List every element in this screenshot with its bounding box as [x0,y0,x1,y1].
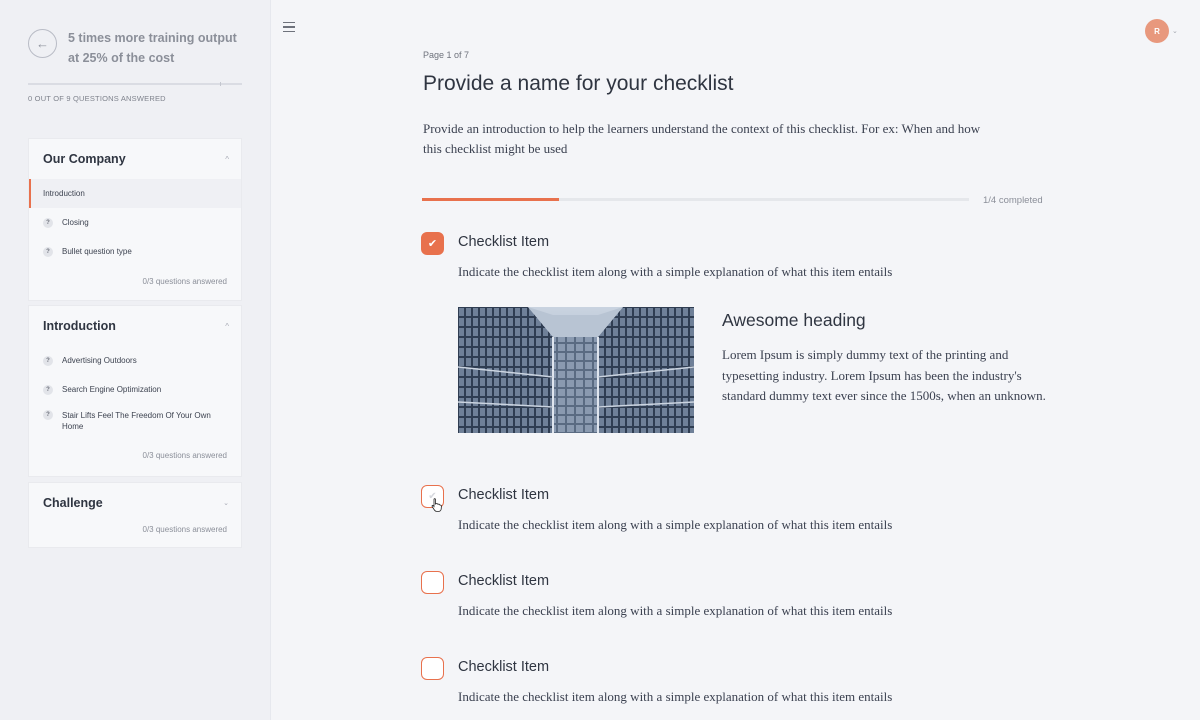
arrow-left-icon: ← [36,36,49,51]
checkmark-icon: ✔ [427,238,438,250]
lesson-bullet-question-type[interactable]: ? Bullet question type [29,237,241,266]
lesson-label: Introduction [43,189,85,198]
chevron-up-icon: ^ [225,321,229,331]
hand-cursor-icon [431,498,442,512]
questions-answered-count: 0 OUT OF 9 QUESTIONS ANSWERED [28,94,166,103]
lesson-label: Stair Lifts Feel The Freedom Of Your Own… [62,411,211,431]
lesson-label: Closing [62,218,89,227]
question-badge-icon: ? [43,384,53,395]
page-indicator: Page 1 of 7 [423,50,470,60]
checklist-item: ✔ Checklist Item Indicate the checklist … [421,232,1061,292]
checklist-item: ✔ Checklist Item Indicate the checklist … [421,485,1061,545]
checklist-checkbox[interactable]: ✔ [421,232,444,255]
course-header: ← 5 times more training output at 25% of… [28,28,242,68]
section-header-our-company[interactable]: Our Company ^ [29,139,241,179]
course-progress-bar [28,82,242,86]
lesson-advertising-outdoors[interactable]: ? Advertising Outdoors [29,346,241,375]
section-header-introduction[interactable]: Introduction ^ [29,306,241,346]
course-title: 5 times more training output at 25% of t… [68,31,237,65]
checklist-item-title: Checklist Item [458,487,550,503]
section-answered-count: 0/3 questions answered [142,277,228,286]
checklist-progress-bar [422,198,969,201]
media-heading: Awesome heading [722,310,866,330]
lesson-label: Bullet question type [62,247,132,256]
back-button[interactable]: ← [28,29,57,58]
checklist-item: Checklist Item Indicate the checklist it… [421,657,1061,717]
checklist-item-title: Checklist Item [458,573,550,589]
chevron-down-icon: ⌄ [223,500,229,507]
lesson-stair-lifts[interactable]: ? Stair Lifts Feel The Freedom Of Your O… [29,404,241,443]
progress-label: 1/4 completed [983,195,1043,206]
chevron-up-icon: ^ [225,154,229,164]
checklist-checkbox[interactable] [421,657,444,680]
section-our-company: Our Company ^ Introduction ? Closing ? B… [28,138,242,301]
user-menu[interactable]: R ⌄ [1145,19,1178,43]
checklist-checkbox[interactable] [421,571,444,594]
lesson-label: Search Engine Optimization [62,385,162,394]
checklist-item-description: Indicate the checklist item along with a… [458,264,893,279]
page-intro: Provide an introduction to help the lear… [423,121,981,156]
media-text: Lorem Ipsum is simply dummy text of the … [722,347,1046,404]
question-badge-icon: ? [43,355,53,366]
checklist-item-description: Indicate the checklist item along with a… [458,517,893,532]
avatar: R [1145,19,1169,43]
lesson-closing[interactable]: ? Closing [29,208,241,237]
section-title: Introduction [43,319,116,333]
chevron-down-icon: ⌄ [1172,28,1178,35]
section-answered-count: 0/3 questions answered [142,525,228,534]
hamburger-menu-icon[interactable] [283,22,295,32]
question-badge-icon: ? [43,410,53,420]
checklist-item-description: Indicate the checklist item along with a… [458,603,893,618]
section-header-challenge[interactable]: Challenge ⌄ [29,483,241,523]
section-introduction: Introduction ^ ? Advertising Outdoors ? … [28,305,242,477]
section-answered-count: 0/3 questions answered [142,451,228,460]
checklist-item-title: Checklist Item [458,234,550,250]
lesson-introduction[interactable]: Introduction [29,179,241,208]
question-badge-icon: ? [43,246,53,257]
checklist-item-title: Checklist Item [458,659,550,675]
section-title: Our Company [43,152,126,166]
page-title: Provide a name for your checklist [423,72,734,95]
question-badge-icon: ? [43,217,53,228]
building-image [458,307,694,433]
checklist-item-description: Indicate the checklist item along with a… [458,689,893,704]
lesson-label: Advertising Outdoors [62,356,137,365]
checklist-progress-fill [422,198,559,201]
section-title: Challenge [43,496,103,510]
lesson-seo[interactable]: ? Search Engine Optimization [29,375,241,404]
section-challenge: Challenge ⌄ 0/3 questions answered [28,482,242,548]
checklist-item: Checklist Item Indicate the checklist it… [421,571,1061,631]
